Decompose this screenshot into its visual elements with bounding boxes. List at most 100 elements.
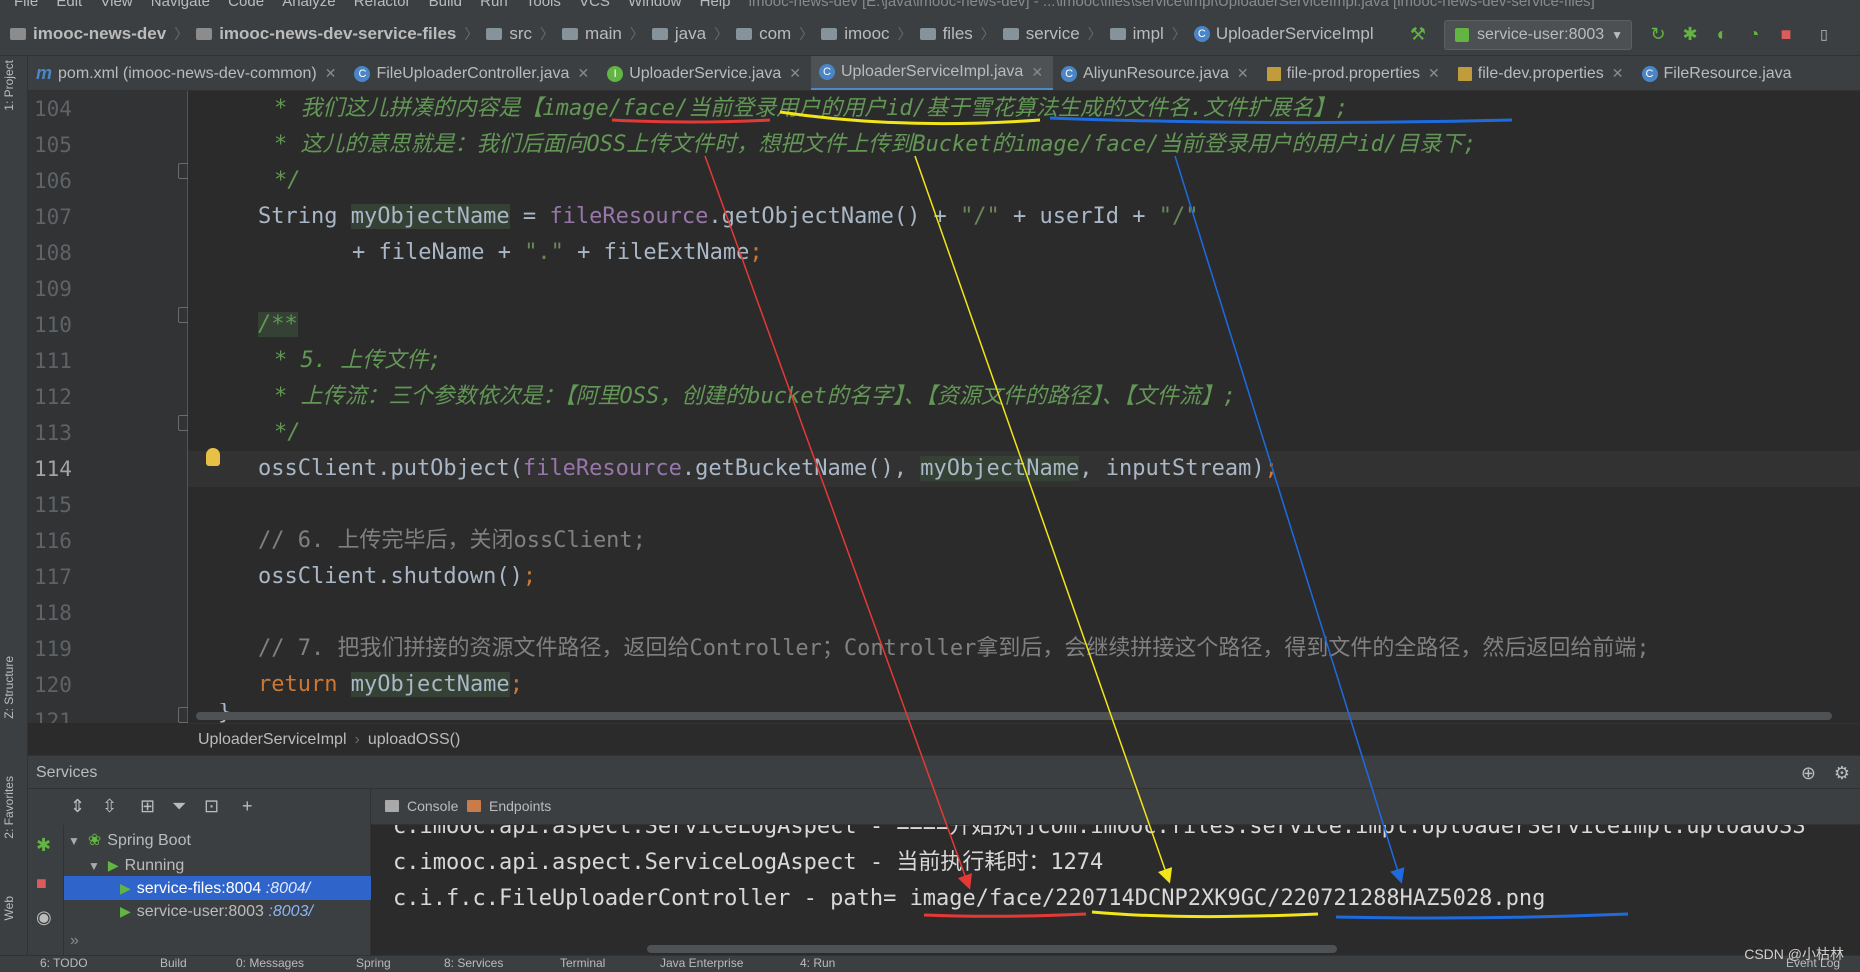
profile-icon[interactable]: ◔	[1744, 24, 1764, 44]
todo-tool-button[interactable]: 6: TODO	[40, 956, 88, 970]
line-number: 110	[34, 313, 72, 337]
add-service-icon[interactable]: +	[242, 796, 253, 817]
crumb-src[interactable]: src 〉	[482, 12, 558, 55]
menu-window[interactable]: Window	[628, 0, 681, 10]
menu-build[interactable]: Build	[429, 0, 462, 10]
terminal-tool-button[interactable]: Terminal	[560, 956, 605, 970]
crumb-project[interactable]: imooc-news-dev 〉	[0, 12, 192, 55]
menu-view[interactable]: View	[100, 0, 132, 10]
debug-icon[interactable]: ✱	[36, 835, 51, 856]
globe-icon[interactable]: ⊕	[1801, 756, 1816, 790]
close-icon[interactable]: ✕	[1428, 65, 1440, 82]
running-icon: ▶	[120, 880, 131, 896]
messages-tool-button[interactable]: 0: Messages	[236, 956, 304, 970]
coverage-icon[interactable]: ◐	[1712, 24, 1732, 44]
folder-icon	[562, 27, 579, 40]
crumb-impl[interactable]: impl 〉	[1106, 12, 1190, 55]
menu-analyze[interactable]: Analyze	[282, 0, 335, 10]
console-horizontal-scrollbar[interactable]	[647, 945, 1337, 953]
tab-endpoints[interactable]: Endpoints	[467, 798, 551, 814]
lightbulb-icon[interactable]	[206, 448, 220, 466]
tab-file-uploader-controller[interactable]: C FileUploaderController.java ✕	[346, 56, 599, 90]
tab-uploader-service[interactable]: I UploaderService.java ✕	[599, 56, 811, 90]
build-hammer-icon[interactable]: ⚒	[1408, 24, 1428, 44]
more-icon[interactable]: ▯	[1814, 24, 1834, 44]
tree-node-spring-boot[interactable]: ▼ ❀ Spring Boot	[68, 829, 191, 853]
new-tab-icon[interactable]: ⊡	[204, 796, 219, 817]
tab-file-prod-properties[interactable]: file-prod.properties ✕	[1259, 56, 1450, 90]
spring-tool-button[interactable]: Spring	[356, 956, 391, 970]
tree-node-running[interactable]: ▼ ▶ Running	[88, 853, 184, 877]
editor-tabs: m pom.xml (imooc-news-dev-common) ✕ C FileU…	[28, 56, 1860, 91]
filter-icon[interactable]: ⏷	[172, 796, 186, 817]
code-editor[interactable]: * 我们这儿拼凑的内容是【image/face/当前登录用户的用户id/基于雪花…	[188, 91, 1860, 723]
menu-help[interactable]: Help	[700, 0, 731, 10]
crumb-imooc[interactable]: imooc 〉	[817, 12, 915, 55]
line-number: 109	[34, 277, 72, 301]
line-number: 115	[34, 493, 72, 517]
service-port-link[interactable]: :8003/	[268, 903, 312, 920]
menu-vcs[interactable]: VCS	[579, 0, 610, 10]
close-icon[interactable]: ✕	[789, 65, 801, 82]
rerun-icon[interactable]: ↻	[1648, 24, 1668, 44]
menu-edit[interactable]: Edit	[56, 0, 82, 10]
java-enterprise-tool-button[interactable]: Java Enterprise	[660, 956, 743, 970]
menu-navigate[interactable]: Navigate	[151, 0, 210, 10]
gear-icon[interactable]: ⚙	[1834, 756, 1850, 790]
menu-tools[interactable]: Tools	[526, 0, 561, 10]
tab-pom-xml[interactable]: m pom.xml (imooc-news-dev-common) ✕	[28, 56, 346, 90]
stop-icon[interactable]: ■	[1776, 24, 1796, 44]
menu-refactor[interactable]: Refactor	[354, 0, 411, 10]
web-tool-button[interactable]: Web	[2, 896, 16, 920]
line-number: 107	[34, 205, 72, 229]
breadcrumb-class[interactable]: UploaderServiceImpl	[198, 731, 347, 748]
crumb-main[interactable]: main 〉	[558, 12, 648, 55]
tab-aliyun-resource[interactable]: C AliyunResource.java ✕	[1053, 56, 1259, 90]
folder-icon	[486, 27, 503, 40]
crumb-files[interactable]: files 〉	[916, 12, 999, 55]
left-tool-strip: 1: Project Z: Structure 2: Favorites Web	[0, 56, 28, 956]
structure-tool-button[interactable]: Z: Structure	[2, 656, 16, 719]
crumb-module[interactable]: imooc-news-dev-service-files 〉	[192, 12, 482, 55]
close-icon[interactable]: ✕	[325, 65, 337, 82]
editor-horizontal-scrollbar[interactable]	[196, 712, 1832, 720]
crumb-com[interactable]: com 〉	[732, 12, 817, 55]
crumb-service[interactable]: service 〉	[999, 12, 1106, 55]
tab-uploader-service-impl[interactable]: C UploaderServiceImpl.java ✕	[811, 56, 1054, 90]
crumb-class[interactable]: C UploaderServiceImpl	[1190, 12, 1378, 55]
stop-icon[interactable]: ■	[36, 873, 47, 894]
line-number: 112	[34, 385, 72, 409]
close-icon[interactable]: ✕	[577, 65, 589, 82]
breadcrumb-method[interactable]: uploadOSS()	[368, 731, 461, 748]
service-port-link[interactable]: :8004/	[266, 880, 310, 897]
run-configuration-select[interactable]: service-user:8003 ▼	[1444, 20, 1632, 50]
tab-file-dev-properties[interactable]: file-dev.properties ✕	[1450, 56, 1634, 90]
close-icon[interactable]: ✕	[1031, 64, 1043, 81]
close-icon[interactable]: ✕	[1612, 65, 1624, 82]
menu-code[interactable]: Code	[228, 0, 264, 10]
build-tool-button[interactable]: Build	[160, 956, 187, 970]
collapse-all-icon[interactable]: ⇳	[102, 796, 117, 817]
group-by-icon[interactable]: ⊞	[140, 796, 155, 817]
services-tool-button[interactable]: 8: Services	[444, 956, 503, 970]
crumb-java[interactable]: java 〉	[648, 12, 732, 55]
debug-bug-icon[interactable]: ✱	[1680, 24, 1700, 44]
tree-node-service-files[interactable]: ▶ service-files:8004 :8004/	[64, 876, 371, 900]
more-chevron-icon[interactable]: »	[70, 929, 79, 953]
line-number: 117	[34, 565, 72, 589]
run-tool-button[interactable]: 4: Run	[800, 956, 835, 970]
line-number: 108	[34, 241, 72, 265]
services-toolbar: ⇕ ⇳ ⊞ ⏷ ⊡ +	[28, 789, 371, 825]
tab-console[interactable]: Console	[385, 798, 458, 814]
favorites-tool-button[interactable]: 2: Favorites	[2, 776, 16, 839]
menu-file[interactable]: File	[14, 0, 38, 10]
tree-node-service-user[interactable]: ▶ service-user:8003 :8003/	[120, 899, 313, 923]
expand-all-icon[interactable]: ⇕	[70, 796, 85, 817]
close-icon[interactable]: ✕	[1237, 65, 1249, 82]
project-tool-button[interactable]: 1: Project	[2, 60, 16, 111]
menu-run[interactable]: Run	[480, 0, 508, 10]
services-tree: ▼ ❀ Spring Boot ▼ ▶ Running ▶ service-files:8…	[64, 825, 371, 955]
console-output[interactable]: c.imooc.api.aspect.ServiceLogAspect - ==…	[371, 825, 1860, 955]
tab-file-resource[interactable]: C FileResource.java	[1634, 56, 1802, 90]
camera-icon[interactable]: ◉	[36, 907, 52, 928]
